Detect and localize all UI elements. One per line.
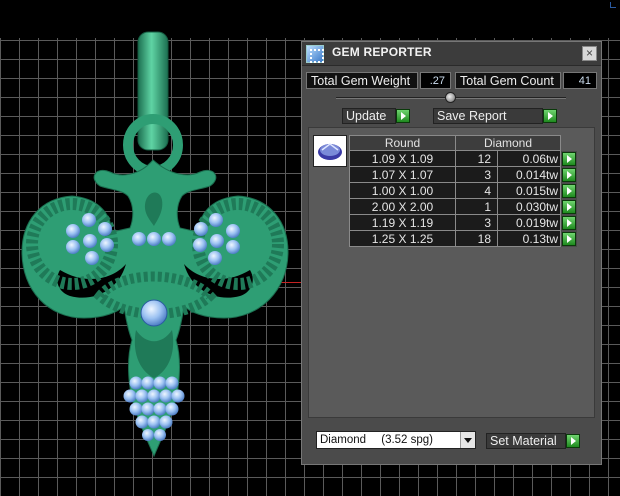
gem-count: 1 (455, 198, 498, 215)
total-gem-weight-value: .27 (420, 72, 451, 89)
gem-reporter-app-icon (306, 45, 324, 63)
close-button[interactable]: × (582, 46, 597, 61)
total-gem-weight-label: Total Gem Weight (306, 72, 418, 89)
row-go-button[interactable] (560, 166, 577, 183)
gem-size: 2.00 X 2.00 (349, 198, 456, 215)
pendant-bail (137, 31, 169, 151)
save-report-go-button[interactable] (543, 109, 557, 123)
material-spg: (3.52 spg) (381, 434, 434, 446)
material-name: Diamond (320, 434, 367, 446)
row-go-button[interactable] (560, 214, 577, 231)
gem-weight: 0.015tw (497, 182, 561, 199)
total-gem-count-value: 41 (563, 72, 597, 89)
set-material-button-label[interactable]: Set Material (486, 433, 566, 449)
gem-reporter-panel: GEM REPORTER × Total Gem Weight .27 Tota… (301, 41, 602, 465)
table-row[interactable]: 1.25 X 1.25 18 0.13tw (349, 230, 577, 247)
table-row[interactable]: 2.00 X 2.00 1 0.030tw (349, 198, 577, 215)
update-go-button[interactable] (396, 109, 410, 123)
round-gem-icon (318, 143, 342, 160)
gem-size: 1.09 X 1.09 (349, 150, 456, 167)
gem-size: 1.07 X 1.07 (349, 166, 456, 183)
center-gem-row (132, 232, 176, 246)
gem-count: 18 (455, 230, 498, 247)
center-large-gem (140, 299, 168, 327)
gem-weight: 0.06tw (497, 150, 561, 167)
set-material-go-button[interactable] (566, 434, 580, 448)
material-dropdown[interactable]: Diamond (3.52 spg) (316, 431, 476, 449)
chevron-down-icon[interactable] (460, 432, 475, 448)
save-report-button-label[interactable]: Save Report (433, 108, 543, 124)
row-go-button[interactable] (560, 150, 577, 167)
gem-thumbnail[interactable] (313, 135, 347, 167)
gem-size: 1.00 X 1.00 (349, 182, 456, 199)
table-row[interactable]: 1.09 X 1.09 12 0.06tw (349, 150, 577, 167)
table-row[interactable]: 1.00 X 1.00 4 0.015tw (349, 182, 577, 199)
panel-titlebar[interactable]: GEM REPORTER × (302, 42, 601, 66)
update-button-label[interactable]: Update (342, 108, 396, 124)
gem-weight: 0.13tw (497, 230, 561, 247)
gem-weight: 0.014tw (497, 166, 561, 183)
table-row[interactable]: 1.19 X 1.19 3 0.019tw (349, 214, 577, 231)
slider-knob[interactable] (445, 92, 456, 103)
column-header-shape: Round (349, 135, 456, 151)
total-gem-count-label: Total Gem Count (455, 72, 561, 89)
gem-count: 3 (455, 166, 498, 183)
table-row[interactable]: 1.07 X 1.07 3 0.014tw (349, 166, 577, 183)
column-header-material: Diamond (455, 135, 561, 151)
row-go-button[interactable] (560, 182, 577, 199)
gem-table: Round Diamond 1.09 X 1.09 12 0.06tw 1.07… (349, 135, 577, 247)
row-go-button[interactable] (560, 230, 577, 247)
gem-weight: 0.019tw (497, 214, 561, 231)
gem-count: 3 (455, 214, 498, 231)
gem-weight: 0.030tw (497, 198, 561, 215)
row-go-button[interactable] (560, 198, 577, 215)
panel-title: GEM REPORTER (332, 45, 432, 59)
gem-list-area: Round Diamond 1.09 X 1.09 12 0.06tw 1.07… (308, 127, 595, 418)
gem-count: 4 (455, 182, 498, 199)
gem-size: 1.19 X 1.19 (349, 214, 456, 231)
gem-size: 1.25 X 1.25 (349, 230, 456, 247)
gem-count: 12 (455, 150, 498, 167)
